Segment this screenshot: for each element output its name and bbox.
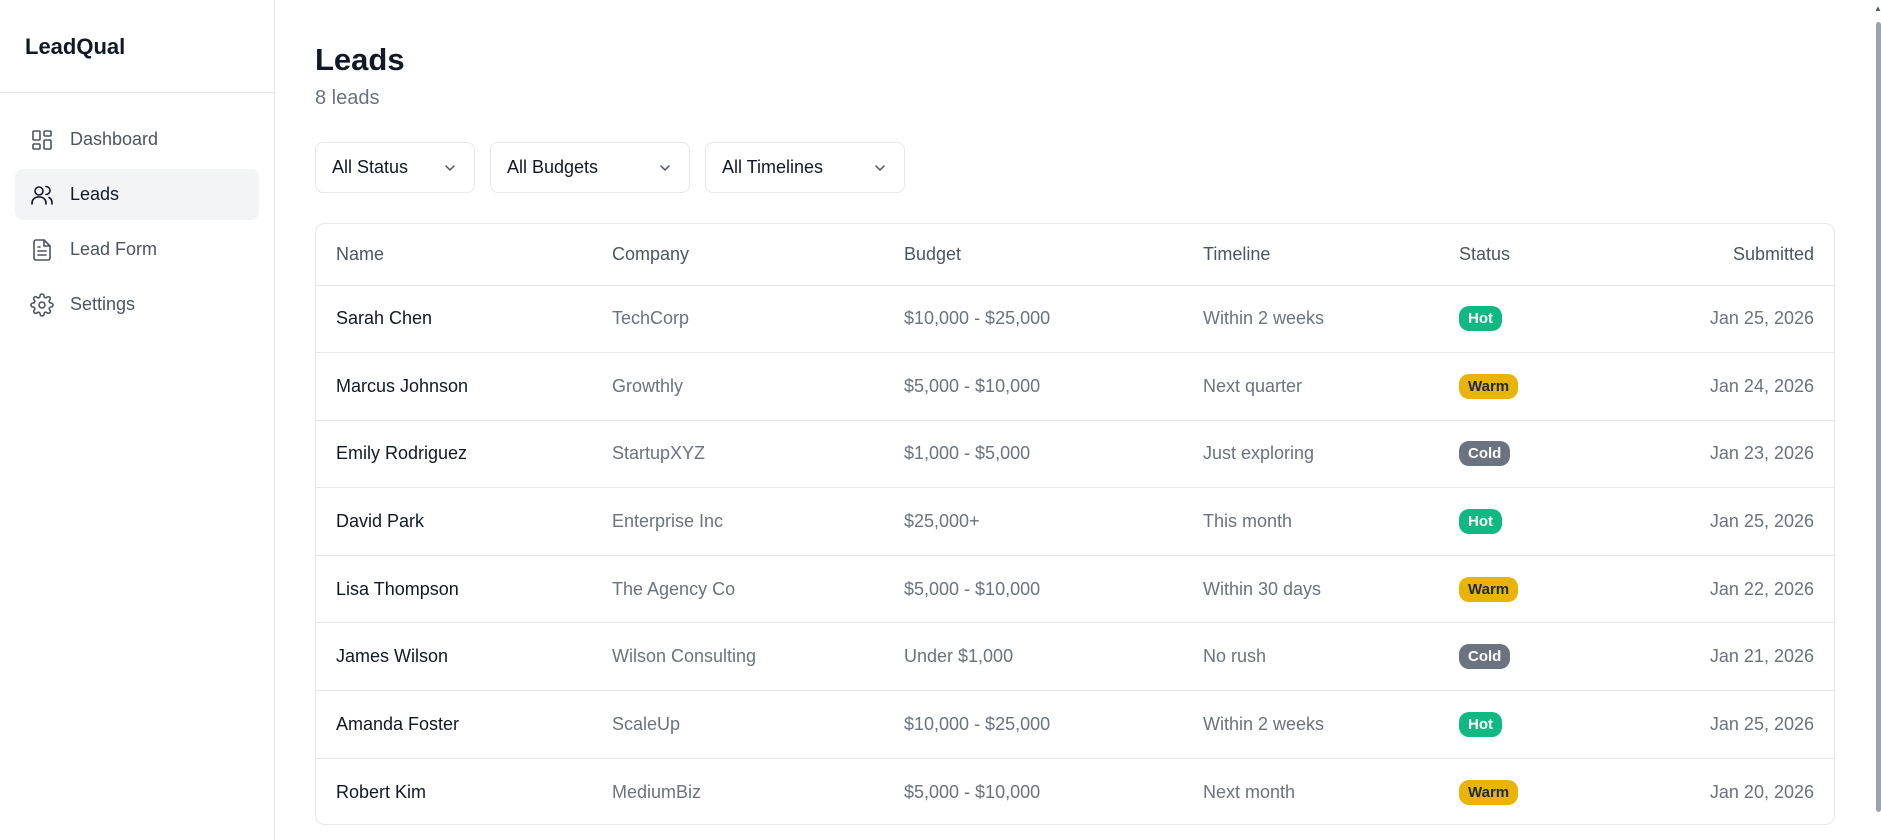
lead-name: James Wilson — [316, 622, 612, 692]
budget-filter-value: All Budgets — [507, 157, 599, 177]
lead-budget: Under $1,000 — [904, 622, 1203, 692]
gear-icon — [30, 292, 54, 317]
lead-submitted-date: Jan 21, 2026 — [1609, 622, 1834, 692]
table-row[interactable]: Amanda Foster ScaleUp $10,000 - $25,000 … — [316, 690, 1834, 759]
document-icon — [30, 238, 54, 262]
scroll-up-arrow-icon[interactable]: ▲ — [1874, 4, 1881, 14]
lead-company: Wilson Consulting — [612, 622, 904, 692]
sidebar-item-label: Leads — [70, 184, 120, 204]
lead-name: Robert Kim — [336, 781, 427, 802]
lead-company: Enterprise Inc — [612, 487, 904, 556]
lead-budget: $1,000 - $5,000 — [904, 420, 1203, 489]
lead-timeline: Within 30 days — [1203, 555, 1459, 624]
lead-submitted-date: Jan 20, 2026 — [1709, 781, 1814, 802]
table-row[interactable]: Emily Rodriguez StartupXYZ $1,000 - $5,0… — [316, 420, 1834, 489]
column-header-submitted: Submitted — [1609, 224, 1834, 286]
sidebar-item-lead-form[interactable]: Lead Form — [15, 224, 259, 275]
column-header-timeline: Timeline — [1203, 224, 1459, 286]
users-icon — [30, 183, 54, 207]
sidebar-item-dashboard[interactable]: Dashboard — [15, 114, 259, 165]
table-row[interactable]: David Park Enterprise Inc $25,000+ This … — [316, 487, 1834, 556]
column-header-name: Name — [316, 224, 612, 286]
lead-timeline: Within 2 weeks — [1203, 285, 1459, 354]
lead-budget: $25,000+ — [904, 487, 1203, 556]
lead-submitted-date: Jan 25, 2026 — [1609, 487, 1834, 556]
column-header-status: Status — [1459, 224, 1609, 286]
app-brand: LeadQual — [0, 0, 274, 93]
lead-name: Amanda Foster — [316, 690, 612, 759]
sidebar-item-label: Dashboard — [70, 129, 159, 149]
filter-bar: All Status All Budgets All Timelines — [315, 142, 905, 193]
dashboard-icon — [30, 128, 54, 152]
status-filter-value: All Status — [332, 157, 409, 177]
lead-submitted-date: Jan 25, 2026 — [1609, 285, 1834, 354]
scrollbar-thumb[interactable] — [1876, 22, 1881, 812]
table-header-row: Name Company Budget Timeline Status Subm… — [316, 224, 1834, 286]
status-badge: Cold — [1459, 644, 1511, 670]
lead-name: Lisa Thompson — [316, 555, 612, 624]
leads-table-card: Name Company Budget Timeline Status Subm… — [315, 223, 1835, 825]
lead-company: TechCorp — [612, 285, 904, 354]
sidebar: LeadQual Dashboard Leads Lead Form Setti… — [0, 0, 275, 840]
lead-budget: $5,000 - $10,000 — [904, 781, 1041, 802]
chevron-down-icon — [872, 160, 888, 176]
timeline-filter-value: All Timelines — [722, 157, 824, 177]
status-badge: Hot — [1459, 711, 1502, 737]
leads-table: Name Company Budget Timeline Status Subm… — [316, 224, 1834, 824]
status-badge: Cold — [1459, 441, 1511, 467]
lead-company: StartupXYZ — [612, 420, 904, 489]
status-filter-select[interactable]: All Status — [315, 142, 475, 193]
lead-company: MediumBiz — [612, 781, 702, 802]
table-row[interactable]: Sarah Chen TechCorp $10,000 - $25,000 Wi… — [316, 285, 1834, 354]
chevron-down-icon — [657, 160, 673, 176]
status-badge: Hot — [1459, 306, 1502, 332]
sidebar-item-settings[interactable]: Settings — [15, 279, 259, 330]
table-row[interactable]: Marcus Johnson Growthly $5,000 - $10,000… — [316, 352, 1834, 421]
status-badge: Warm — [1459, 779, 1519, 805]
table-row[interactable]: Lisa Thompson The Agency Co $5,000 - $10… — [316, 555, 1834, 624]
lead-company: The Agency Co — [612, 555, 904, 624]
lead-name: Marcus Johnson — [316, 352, 612, 421]
lead-timeline: Just exploring — [1203, 420, 1459, 489]
lead-company: Growthly — [612, 352, 904, 421]
lead-submitted-date: Jan 23, 2026 — [1609, 420, 1834, 489]
sidebar-item-label: Lead Form — [70, 239, 158, 259]
sidebar-nav: Dashboard Leads Lead Form Settings — [0, 93, 274, 330]
lead-timeline: Within 2 weeks — [1203, 690, 1459, 759]
lead-name: Emily Rodriguez — [316, 420, 612, 489]
lead-budget: $5,000 - $10,000 — [904, 555, 1203, 624]
status-badge: Warm — [1459, 373, 1519, 399]
vertical-scrollbar[interactable]: ▲ — [1874, 0, 1881, 840]
lead-budget: $10,000 - $25,000 — [904, 690, 1203, 759]
sidebar-item-label: Settings — [70, 294, 136, 314]
column-header-company: Company — [612, 224, 904, 286]
column-header-budget: Budget — [904, 224, 1203, 286]
status-badge: Warm — [1459, 576, 1519, 602]
lead-budget: $5,000 - $10,000 — [904, 352, 1203, 421]
lead-name: Sarah Chen — [316, 285, 612, 354]
lead-submitted-date: Jan 25, 2026 — [1609, 690, 1834, 759]
page-title: Leads — [315, 42, 405, 77]
lead-company: ScaleUp — [612, 690, 904, 759]
table-row[interactable]: James Wilson Wilson Consulting Under $1,… — [316, 622, 1834, 692]
budget-filter-select[interactable]: All Budgets — [490, 142, 690, 193]
lead-timeline: This month — [1203, 487, 1459, 556]
lead-submitted-date: Jan 24, 2026 — [1609, 352, 1834, 421]
timeline-filter-select[interactable]: All Timelines — [705, 142, 905, 193]
lead-timeline: Next month — [1203, 781, 1296, 802]
lead-name: David Park — [316, 487, 612, 556]
lead-count: 8 leads — [315, 87, 380, 109]
lead-budget: $10,000 - $25,000 — [904, 285, 1203, 354]
chevron-down-icon — [442, 160, 458, 176]
table-row[interactable]: Robert Kim MediumBiz $5,000 - $10,000 Ne… — [316, 758, 1834, 824]
lead-submitted-date: Jan 22, 2026 — [1609, 555, 1834, 624]
status-badge: Hot — [1459, 509, 1502, 535]
lead-timeline: No rush — [1203, 622, 1459, 692]
sidebar-item-leads[interactable]: Leads — [15, 169, 259, 220]
lead-timeline: Next quarter — [1203, 352, 1459, 421]
